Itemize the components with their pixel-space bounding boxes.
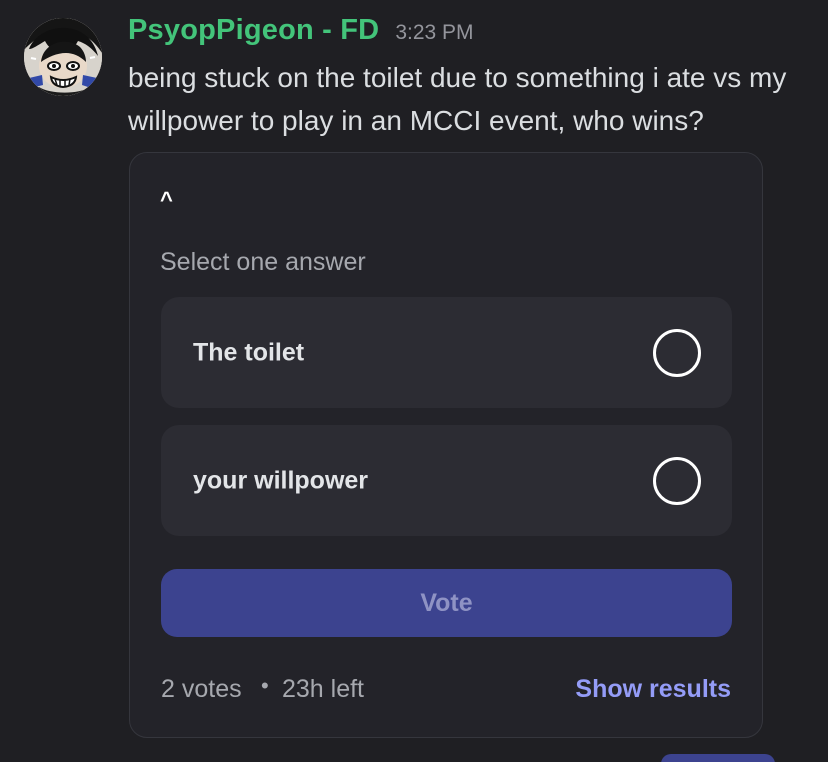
time-left: 23h left [282, 675, 365, 703]
poll-answer-label: your willpower [193, 466, 369, 494]
chat-message: PsyopPigeon - FD 3:23 PM being stuck on … [0, 0, 828, 762]
poll-question: ^ [160, 187, 173, 212]
poll-card: ^ Select one answer The toilet your will… [129, 152, 763, 738]
poll-answer-the-toilet[interactable]: The toilet [161, 297, 732, 408]
radio-circle-icon[interactable] [653, 456, 701, 505]
partially-visible-button[interactable] [661, 754, 775, 762]
user-avatar[interactable] [24, 18, 102, 96]
poll-answer-your-willpower[interactable]: your willpower [161, 425, 732, 536]
message-header: PsyopPigeon - FD 3:23 PM [128, 14, 474, 47]
poll-select-hint: Select one answer [160, 248, 366, 276]
footer-separator: • [261, 673, 269, 698]
radio-circle-icon[interactable] [653, 328, 701, 377]
vote-count: 2 votes [161, 675, 242, 703]
avatar-image-icon [24, 18, 102, 96]
poll-answer-label: The toilet [193, 338, 305, 366]
poll-footer: 2 votes • 23h left Show results [161, 673, 732, 707]
vote-button[interactable]: Vote [161, 569, 732, 637]
message-content: being stuck on the toilet due to somethi… [128, 62, 787, 136]
message-timestamp: 3:23 PM [395, 21, 474, 44]
username[interactable]: PsyopPigeon - FD [128, 14, 379, 47]
show-results-link[interactable]: Show results [575, 675, 731, 704]
